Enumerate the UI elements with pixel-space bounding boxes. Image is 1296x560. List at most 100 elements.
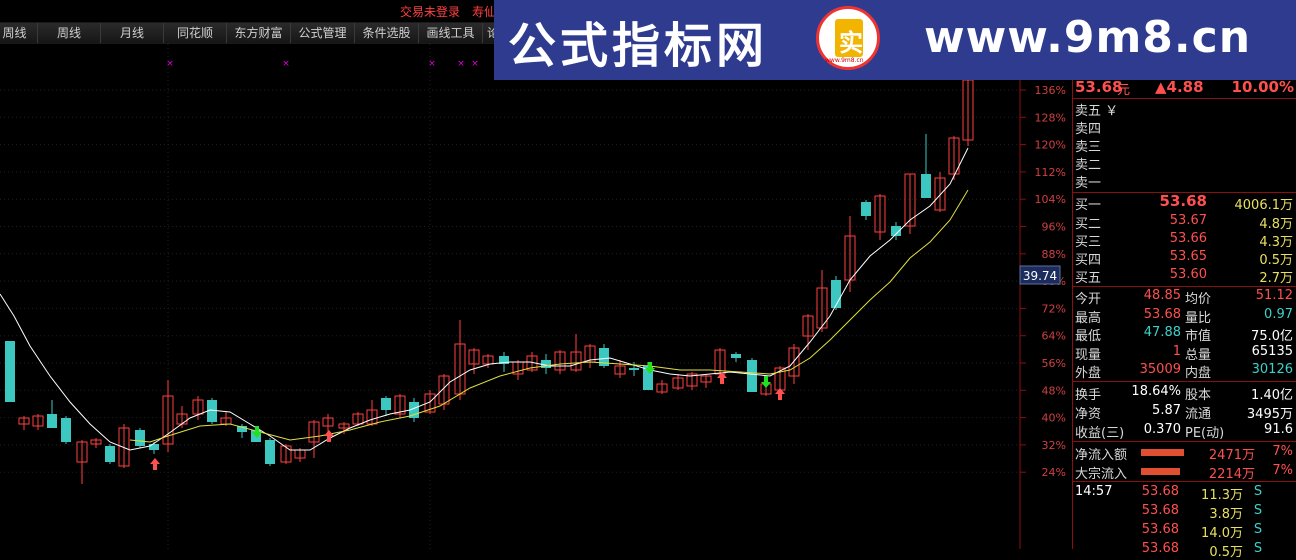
banner-title: 公式指标网 bbox=[508, 18, 769, 74]
stat-row[interactable]: 现量 1 总量 65135 bbox=[1073, 343, 1296, 363]
flow-pct: 7% bbox=[1272, 444, 1293, 459]
tick-row[interactable]: 53.68 14.0万 S bbox=[1073, 522, 1296, 541]
stat-label: 最高 bbox=[1075, 310, 1102, 326]
stat-value: 47.88 bbox=[1143, 325, 1181, 341]
stat-label: 现量 bbox=[1075, 347, 1102, 363]
buy-label: 买三 bbox=[1075, 235, 1102, 250]
stat-value: 75.0亿 bbox=[1251, 329, 1293, 345]
toolbar-screen-button[interactable]: 条件选股 bbox=[355, 23, 419, 43]
separator bbox=[1073, 286, 1296, 287]
crosshair-value: 39.74 bbox=[1023, 269, 1057, 283]
stat-value: 5.87 bbox=[1152, 403, 1181, 418]
tick-row[interactable]: 53.68 3.8万 S bbox=[1073, 503, 1296, 522]
toolbar-weekly-button[interactable]: 周线 bbox=[38, 23, 101, 43]
stat-row[interactable]: 外盘 35009 内盘 30126 bbox=[1073, 362, 1296, 382]
marker-icon: × bbox=[471, 59, 479, 69]
separator bbox=[1073, 441, 1296, 442]
y-tick-label: 112% bbox=[1035, 166, 1066, 179]
flow-bar bbox=[1141, 449, 1184, 456]
y-tick-label: 40% bbox=[1042, 412, 1066, 425]
tick-row[interactable]: 53.68 0.5万 S bbox=[1073, 541, 1296, 560]
stat-value: 0.370 bbox=[1143, 422, 1181, 437]
buy-price: 53.66 bbox=[1169, 231, 1207, 246]
login-status[interactable]: 交易未登录 bbox=[400, 3, 460, 20]
toolbar-eastmoney-button[interactable]: 东方财富 bbox=[227, 23, 291, 43]
buy-label: 买四 bbox=[1075, 253, 1102, 268]
price-unit: 元 bbox=[1117, 83, 1131, 98]
stat2-row[interactable]: 收益(三) 0.370 PE(动) 91.6 bbox=[1073, 422, 1296, 441]
buy-volume: 0.5万 bbox=[1259, 253, 1293, 268]
sell-row-4[interactable]: 卖四 bbox=[1073, 118, 1296, 137]
tick-row[interactable]: 14:57 53.68 11.3万 S bbox=[1073, 484, 1296, 503]
stat-label: 今开 bbox=[1075, 292, 1102, 307]
stat-value: 48.85 bbox=[1143, 288, 1181, 303]
sell-row-3[interactable]: 卖三 bbox=[1073, 136, 1296, 155]
toolbar-formula-button[interactable]: 公式管理 bbox=[291, 23, 355, 43]
tick-price: 53.68 bbox=[1141, 484, 1179, 499]
buy-volume: 4006.1万 bbox=[1234, 198, 1294, 213]
candle-body bbox=[47, 414, 57, 428]
flow-pct: 7% bbox=[1272, 463, 1293, 478]
flow-bar bbox=[1141, 468, 1180, 475]
tick-price: 53.68 bbox=[1141, 503, 1179, 518]
stat-value: 65135 bbox=[1251, 343, 1293, 359]
last-price: 53.68 bbox=[1075, 78, 1123, 96]
candle-body bbox=[265, 440, 275, 464]
price-header: 53.68 元 ▲4.88 10.00% bbox=[1073, 78, 1296, 98]
stat-value: 0.97 bbox=[1264, 306, 1293, 322]
stat-value: 3495万 bbox=[1246, 407, 1293, 422]
marker-icon: × bbox=[428, 59, 436, 69]
candle-body bbox=[381, 398, 391, 410]
stat-label: 市值 bbox=[1185, 329, 1212, 345]
status-extra[interactable]: 寿仙 bbox=[472, 3, 496, 20]
candle-body bbox=[629, 368, 639, 370]
y-tick-label: 128% bbox=[1035, 111, 1066, 124]
stat2-row[interactable]: 换手 18.64% 股本 1.40亿 bbox=[1073, 384, 1296, 403]
y-tick-label: 56% bbox=[1042, 357, 1066, 370]
stat-value: 18.64% bbox=[1131, 384, 1181, 399]
flow-row[interactable]: 大宗流入 2214万 7% bbox=[1073, 463, 1296, 482]
buy-row-5[interactable]: 买五 53.60 2.7万 bbox=[1073, 267, 1296, 286]
stat-row[interactable]: 最低 47.88 市值 75.0亿 bbox=[1073, 325, 1296, 345]
stat-label: 总量 bbox=[1185, 347, 1212, 363]
stat-value: 1.40亿 bbox=[1251, 388, 1293, 403]
toolbar-draw-button[interactable]: 画线工具 bbox=[419, 23, 483, 43]
stat-label: 量比 bbox=[1185, 310, 1212, 326]
stat-label: 内盘 bbox=[1185, 366, 1212, 382]
buy-row-3[interactable]: 买三 53.66 4.3万 bbox=[1073, 231, 1296, 250]
candle-body bbox=[105, 446, 115, 462]
candle-body bbox=[731, 354, 741, 358]
stat2-row[interactable]: 净资 5.87 流通 3495万 bbox=[1073, 403, 1296, 422]
buy-row-1[interactable]: 买一 53.68 4006.1万 bbox=[1073, 192, 1296, 213]
tick-volume: 11.3万 bbox=[1201, 488, 1243, 503]
tick-volume: 14.0万 bbox=[1201, 526, 1243, 541]
separator bbox=[1073, 481, 1296, 482]
sell-label: 卖二 bbox=[1075, 158, 1102, 173]
logo-glyph: 实 bbox=[839, 29, 863, 57]
buy-row-4[interactable]: 买四 53.65 0.5万 bbox=[1073, 249, 1296, 268]
banner-logo: 实 www.9m8.cn bbox=[816, 6, 880, 70]
toolbar-monthly-button[interactable]: 月线 bbox=[101, 23, 164, 43]
tick-side: S bbox=[1253, 522, 1263, 537]
buy-volume: 4.3万 bbox=[1259, 235, 1293, 250]
sell-row-5[interactable]: 卖五 ￥ bbox=[1073, 100, 1296, 119]
stat-row[interactable]: 今开 48.85 均价 51.12 bbox=[1073, 288, 1296, 307]
sell-row-2[interactable]: 卖二 bbox=[1073, 154, 1296, 173]
buy-volume: 2.7万 bbox=[1259, 271, 1293, 286]
stat-label: 外盘 bbox=[1075, 366, 1102, 382]
flow-row[interactable]: 净流入额 2471万 7% bbox=[1073, 444, 1296, 463]
buy-price: 53.65 bbox=[1169, 249, 1207, 264]
price-change-pct: 10.00% bbox=[1231, 78, 1294, 96]
buy-label: 买二 bbox=[1075, 217, 1102, 232]
stat-value: 51.12 bbox=[1255, 288, 1293, 303]
sell-label: 卖一 bbox=[1075, 176, 1102, 191]
kline-chart[interactable]: ××××× 136%128%120%112%104%96%88%80%72%64… bbox=[0, 44, 1072, 549]
stat-row[interactable]: 最高 53.68 量比 0.97 bbox=[1073, 306, 1296, 326]
toolbar-ths-button[interactable]: 同花顺 bbox=[164, 23, 227, 43]
sell-label-5: 卖五 ￥ bbox=[1075, 104, 1119, 119]
candle-body bbox=[831, 280, 841, 308]
buy-row-2[interactable]: 买二 53.67 4.8万 bbox=[1073, 213, 1296, 232]
tick-volume: 3.8万 bbox=[1209, 507, 1243, 522]
sell-row-1[interactable]: 卖一 bbox=[1073, 172, 1296, 191]
toolbar-daily-button[interactable]: 周线 bbox=[0, 23, 38, 43]
